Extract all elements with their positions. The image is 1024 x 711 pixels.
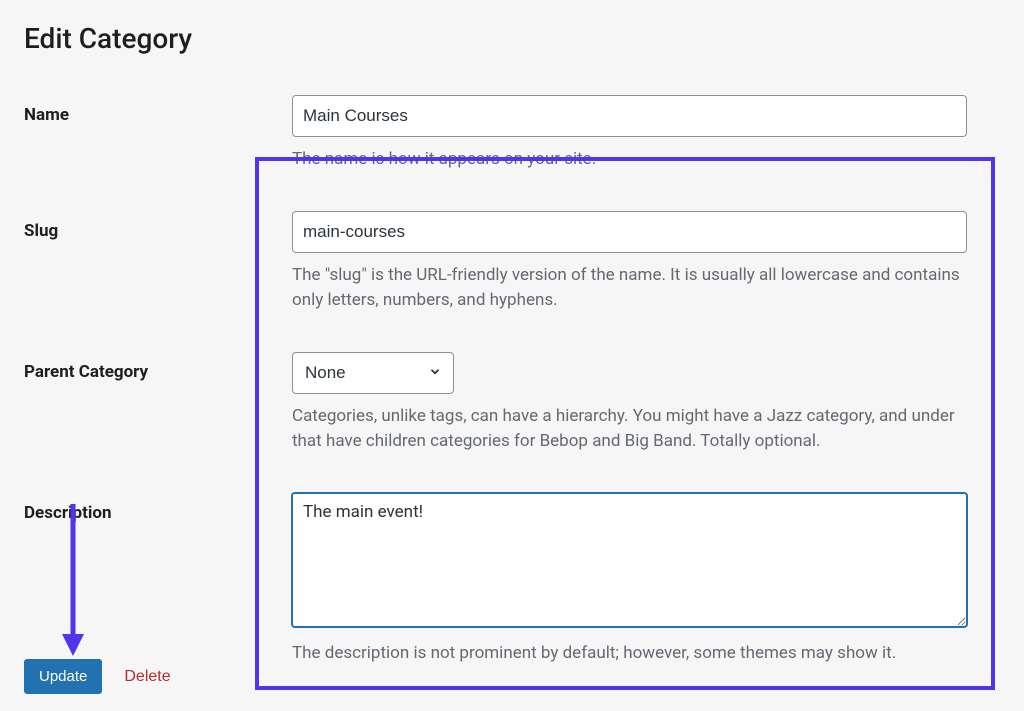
name-help-text: The name is how it appears on your site. (292, 147, 972, 173)
form-actions: Update Delete (24, 659, 175, 694)
parent-help-text: Categories, unlike tags, can have a hier… (292, 404, 972, 455)
form-row-parent: Parent Category None Categories, unlike … (0, 352, 1024, 455)
slug-help-text: The "slug" is the URL-friendly version o… (292, 263, 972, 314)
form-row-description: Description The main event! The descript… (0, 493, 1024, 667)
page-title: Edit Category (0, 0, 1024, 55)
form-row-name: Name The name is how it appears on your … (0, 95, 1024, 173)
delete-button[interactable]: Delete (120, 662, 174, 692)
description-label: Description (24, 493, 292, 523)
parent-label: Parent Category (24, 352, 292, 382)
form-row-slug: Slug The "slug" is the URL-friendly vers… (0, 211, 1024, 314)
description-help-text: The description is not prominent by defa… (292, 641, 972, 667)
slug-label: Slug (24, 211, 292, 241)
description-textarea[interactable]: The main event! (292, 493, 967, 627)
name-label: Name (24, 95, 292, 125)
parent-select[interactable]: None (292, 352, 454, 394)
slug-input[interactable] (292, 211, 967, 253)
update-button[interactable]: Update (24, 659, 102, 694)
name-input[interactable] (292, 95, 967, 137)
